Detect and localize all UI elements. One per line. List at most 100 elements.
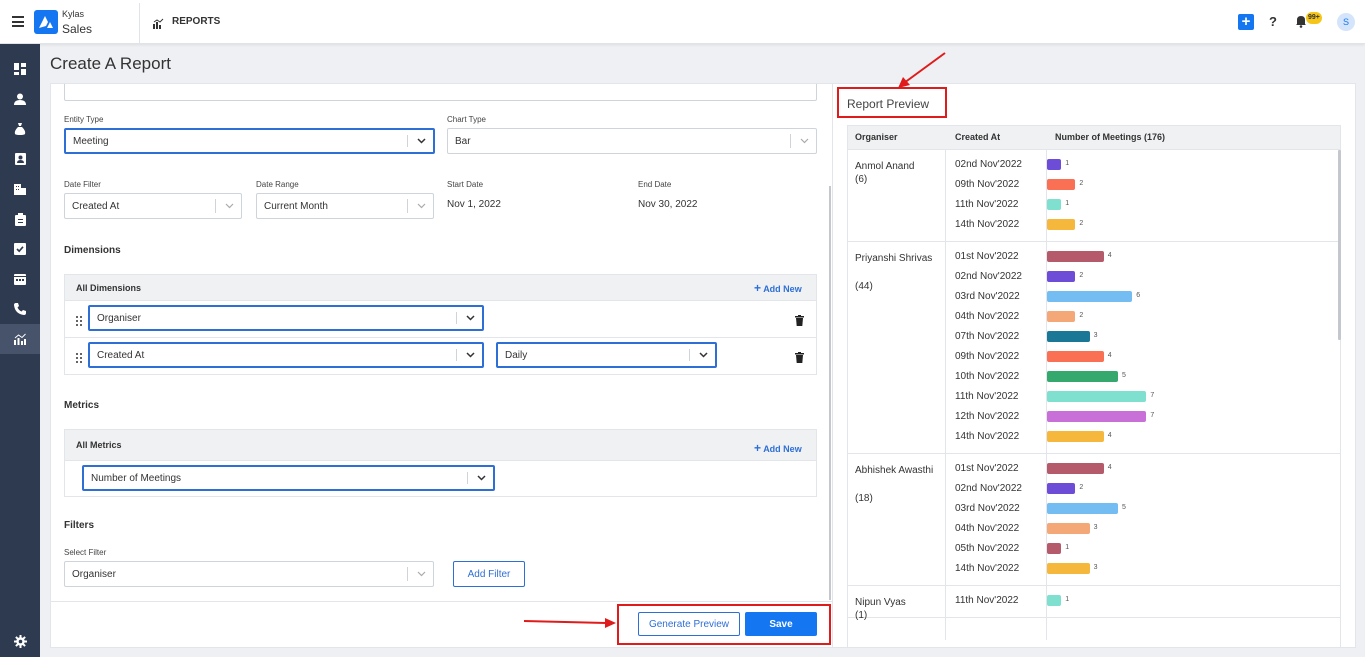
- metric-bar[interactable]: [1047, 371, 1118, 382]
- sidebar-item-tasks[interactable]: [0, 234, 40, 264]
- date-range-label: Date Range: [256, 180, 299, 189]
- checkbox-icon: [14, 243, 26, 255]
- metric-bar[interactable]: [1047, 523, 1090, 534]
- metric-bar[interactable]: [1047, 391, 1147, 402]
- metric-bar[interactable]: [1047, 251, 1104, 262]
- date-filter-label: Date Filter: [64, 180, 101, 189]
- metric-bar[interactable]: [1047, 311, 1076, 322]
- dimension-organiser-select[interactable]: Organiser: [88, 305, 484, 331]
- phone-icon: [14, 303, 26, 315]
- trash-icon[interactable]: [795, 350, 804, 368]
- add-metric-label: Add New: [763, 444, 802, 454]
- metric-bar[interactable]: [1047, 431, 1104, 442]
- metric-bar[interactable]: [1047, 331, 1090, 342]
- metric-bar[interactable]: [1047, 463, 1104, 474]
- dimensions-title: Dimensions: [64, 245, 121, 256]
- chevron-down-icon: [409, 130, 433, 152]
- preview-scrollbar[interactable]: [1338, 150, 1341, 340]
- avatar[interactable]: S: [1337, 13, 1355, 31]
- entity-type-value: Meeting: [73, 135, 109, 147]
- metric-bar[interactable]: [1047, 411, 1147, 422]
- metric-bar-value: 5: [1122, 372, 1126, 379]
- date-grouping-select[interactable]: Daily: [496, 342, 717, 368]
- metric-bar-value: 2: [1079, 180, 1084, 187]
- metric-bar[interactable]: [1047, 271, 1076, 282]
- sidebar-item-dashboard[interactable]: [0, 54, 40, 84]
- chart-type-value: Bar: [455, 135, 471, 147]
- add-filter-button[interactable]: Add Filter: [453, 561, 525, 587]
- report-name-input[interactable]: [64, 84, 817, 101]
- chevron-down-icon: [691, 344, 715, 366]
- metric-bar[interactable]: [1047, 483, 1076, 494]
- page-title: Create A Report: [50, 54, 171, 73]
- metric-bar[interactable]: [1047, 159, 1062, 170]
- sidebar-item-deals[interactable]: [0, 114, 40, 144]
- metric-bar[interactable]: [1047, 199, 1062, 210]
- created-at-date: 14th Nov'2022: [955, 431, 1020, 442]
- created-at-date: 11th Nov'2022: [955, 595, 1019, 606]
- column-header-created-at: Created At: [955, 132, 1001, 142]
- add-dimension-button[interactable]: + Add New: [754, 281, 802, 295]
- metric-bar[interactable]: [1047, 503, 1118, 514]
- filter-select[interactable]: Organiser: [64, 561, 434, 587]
- entity-type-select[interactable]: Meeting: [64, 128, 435, 154]
- add-icon[interactable]: +: [1238, 14, 1254, 30]
- chart-type-select[interactable]: Bar: [447, 128, 817, 154]
- metric-bar[interactable]: [1047, 563, 1090, 574]
- gear-icon: [13, 634, 27, 648]
- all-dimensions-label: All Dimensions: [76, 283, 142, 293]
- metric-bar-value: 1: [1065, 200, 1070, 207]
- form-scrollbar[interactable]: [829, 186, 831, 600]
- metric-bar-value: 1: [1065, 544, 1070, 551]
- building-icon: [14, 184, 26, 195]
- metric-bar-value: 4: [1107, 352, 1112, 359]
- created-at-date: 01st Nov'2022: [955, 463, 1019, 474]
- drag-handle-icon[interactable]: [76, 313, 82, 331]
- trash-icon[interactable]: [795, 313, 804, 331]
- created-at-date: 14th Nov'2022: [955, 219, 1020, 230]
- sidebar-item-tasks-board[interactable]: [0, 204, 40, 234]
- filters-title: Filters: [64, 520, 95, 531]
- add-metric-button[interactable]: + Add New: [754, 441, 802, 455]
- metric-bar-value: 1: [1065, 160, 1070, 167]
- metric-bar-value: 6: [1136, 292, 1141, 299]
- metric-bar[interactable]: [1047, 179, 1076, 190]
- sidebar-item-meetings[interactable]: [0, 264, 40, 294]
- metric-bar[interactable]: [1047, 595, 1062, 606]
- date-filter-select[interactable]: Created At: [64, 193, 242, 219]
- topbar-divider: [139, 3, 140, 43]
- organiser-group: [847, 242, 1341, 454]
- sidebar-item-calls[interactable]: [0, 294, 40, 324]
- user-icon: [14, 93, 26, 105]
- metric-bar[interactable]: [1047, 543, 1062, 554]
- sidebar-item-settings[interactable]: [0, 626, 40, 656]
- metric-select[interactable]: Number of Meetings: [82, 465, 495, 491]
- created-at-date: 04th Nov'2022: [955, 523, 1020, 534]
- money-bag-icon: [14, 123, 26, 135]
- date-range-select[interactable]: Current Month: [256, 193, 434, 219]
- metric-bar[interactable]: [1047, 291, 1133, 302]
- report-form-panel: Entity Type Meeting Chart Type Bar Date …: [50, 83, 833, 648]
- sidebar-item-reports[interactable]: [0, 324, 40, 354]
- reports-chart-icon: [14, 333, 26, 345]
- created-at-date: 03rd Nov'2022: [955, 503, 1020, 514]
- chevron-down-icon: [409, 562, 433, 586]
- created-at-date: 04th Nov'2022: [955, 311, 1020, 322]
- metric-bar[interactable]: [1047, 219, 1076, 230]
- created-at-date: 07th Nov'2022: [955, 331, 1020, 342]
- menu-icon[interactable]: [12, 16, 24, 27]
- sidebar-item-contacts[interactable]: [0, 84, 40, 114]
- top-bar: Kylas Sales REPORTS + ? 99+ S: [0, 0, 1365, 44]
- kylas-logo-icon[interactable]: [34, 10, 58, 34]
- dimension-created-at-select[interactable]: Created At: [88, 342, 484, 368]
- created-at-date: 02nd Nov'2022: [955, 483, 1022, 494]
- drag-handle-icon[interactable]: [76, 350, 82, 368]
- sidebar-item-leads[interactable]: [0, 144, 40, 174]
- metric-bar[interactable]: [1047, 351, 1104, 362]
- dimension-created-at-value: Created At: [97, 349, 145, 361]
- created-at-date: 09th Nov'2022: [955, 351, 1020, 362]
- help-icon[interactable]: ?: [1269, 14, 1277, 29]
- metric-bar-value: 4: [1107, 464, 1112, 471]
- sidebar-item-companies[interactable]: [0, 174, 40, 204]
- module-title: REPORTS: [172, 16, 221, 27]
